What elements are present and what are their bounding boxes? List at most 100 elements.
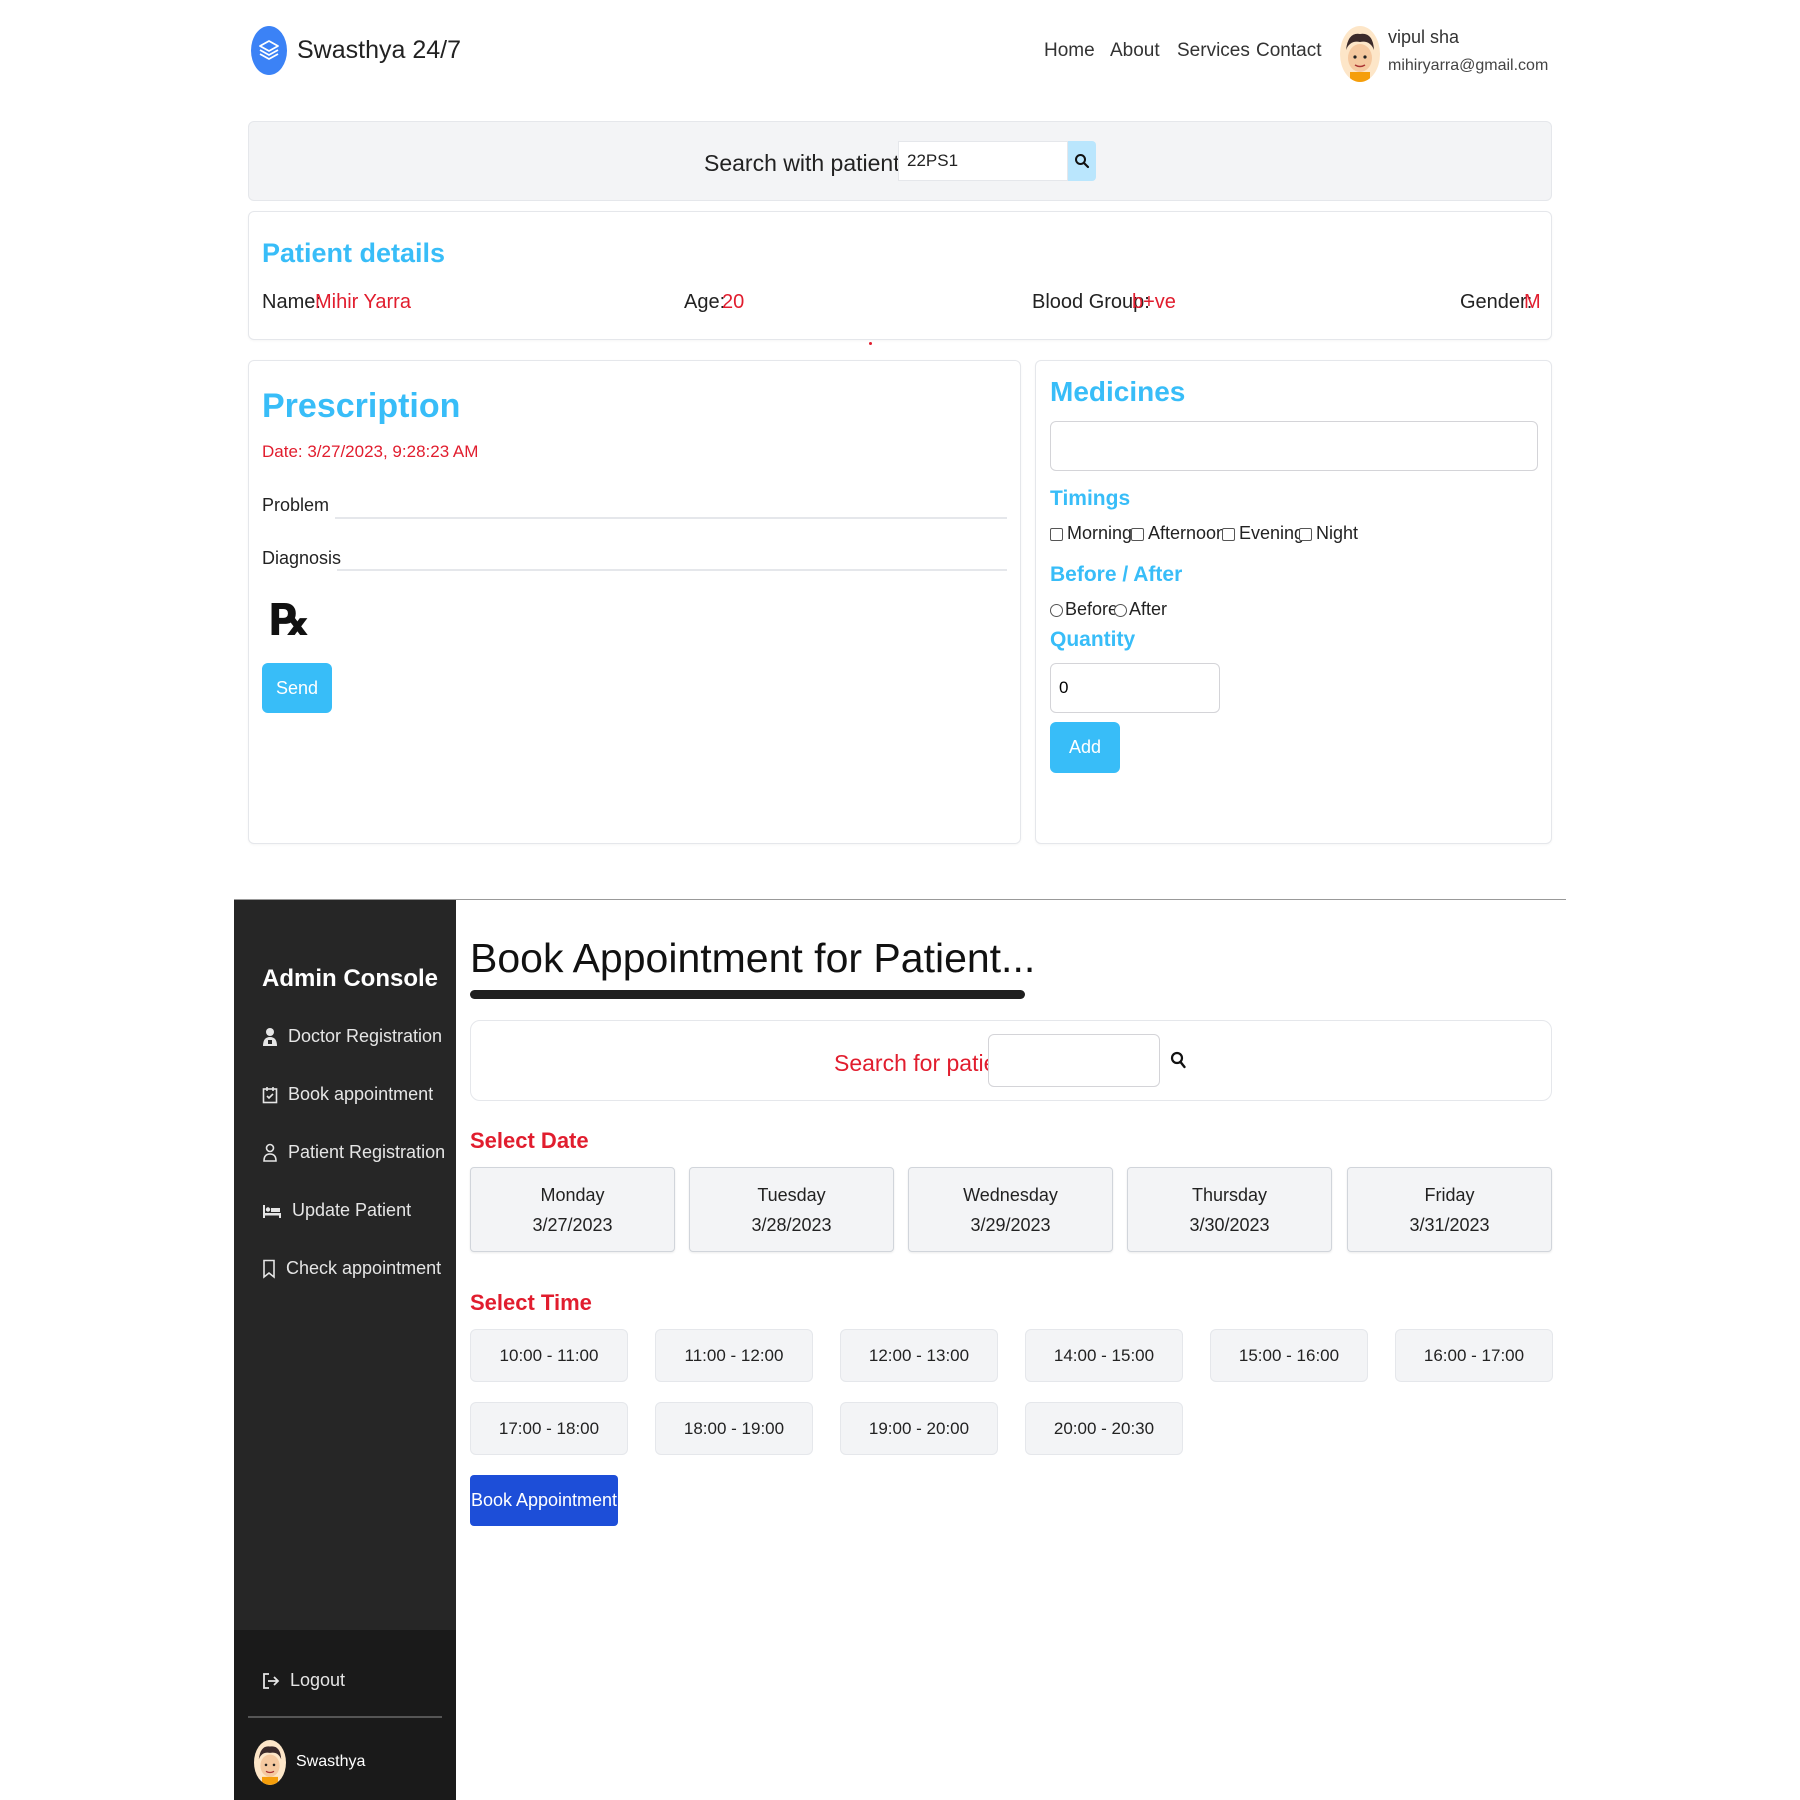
time-slot[interactable]: 20:00 - 20:30 [1025,1402,1183,1455]
rx-icon: ℞ [270,595,310,646]
medicines-heading: Medicines [1050,376,1186,407]
prescription-card [248,360,1021,844]
patient-name-value: Mihir Yarra [315,291,411,313]
nav-about[interactable]: About [1110,40,1160,62]
book-appointment-button[interactable]: Book Appointment [470,1475,618,1526]
night-label: Night [1316,523,1359,543]
medicine-input[interactable] [1050,421,1538,471]
brand-logo-icon[interactable] [251,26,287,75]
logout-icon [263,1672,280,1689]
night-checkbox[interactable] [1299,527,1312,541]
sidebar-item-doctor-registration[interactable]: Doctor Registration [262,1026,442,1047]
quantity-label: Quantity [1050,628,1136,651]
date-value: 3/29/2023 [970,1214,1051,1235]
patient-id-search-button[interactable] [1068,141,1096,181]
time-slot[interactable]: 12:00 - 13:00 [840,1329,998,1382]
brand-name[interactable]: Swasthya 24/7 [297,36,461,65]
patient-gender-value: M [1524,291,1541,313]
afternoon-checkbox[interactable] [1131,527,1144,541]
logout-label: Logout [290,1670,346,1690]
timing-evening-option[interactable]: Evening [1222,523,1304,544]
send-button[interactable]: Send [262,663,332,713]
before-radio[interactable] [1050,603,1063,617]
sidebar-item-book-appointment[interactable]: Book appointment [262,1084,433,1105]
date-option-monday[interactable]: Monday 3/27/2023 [470,1167,675,1252]
time-slot[interactable]: 19:00 - 20:00 [840,1402,998,1455]
patient-age-label: Age: [684,291,726,313]
diagnosis-label: Diagnosis [262,548,342,568]
before-option[interactable]: Before [1050,599,1118,620]
nav-home[interactable]: Home [1044,40,1095,62]
timing-afternoon-option[interactable]: Afternoon [1131,523,1226,544]
user-avatar[interactable] [1340,26,1380,82]
patient-search-input[interactable] [988,1034,1160,1087]
nav-services[interactable]: Services [1177,40,1250,62]
search-icon [1170,1051,1186,1069]
person-icon [263,1143,277,1162]
patient-gender-label: Gender: [1460,291,1533,313]
date-day: Monday [540,1184,605,1205]
timing-morning-option[interactable]: Morning [1050,523,1132,544]
sidebar-item-patient-registration[interactable]: Patient Registration [262,1142,445,1163]
date-option-friday[interactable]: Friday 3/31/2023 [1347,1167,1552,1252]
date-option-wednesday[interactable]: Wednesday 3/29/2023 [908,1167,1113,1252]
time-slot[interactable]: 17:00 - 18:00 [470,1402,628,1455]
select-date-heading: Select Date [470,1128,589,1153]
sidebar-separator [248,1716,442,1718]
time-slot[interactable]: 18:00 - 19:00 [655,1402,813,1455]
patient-age-value: 20 [722,291,745,313]
patient-details-card [248,211,1552,340]
calendar-check-icon [262,1086,278,1103]
morning-checkbox[interactable] [1050,527,1063,541]
patient-id-input[interactable] [898,141,1068,181]
date-day: Thursday [1191,1184,1268,1205]
logout-button[interactable]: Logout [262,1670,345,1691]
admin-console-title: Admin Console [262,965,439,992]
book-appointment-title: Book Appointment for Patient... [470,935,1036,981]
patient-search-button[interactable] [1170,1050,1188,1075]
sidebar-item-label: Doctor Registration [288,1026,443,1046]
user-doctor-icon [263,1027,277,1046]
after-label: After [1129,599,1168,619]
sidebar-item-label: Update Patient [292,1200,412,1220]
bookmark-icon [263,1259,275,1279]
prescription-heading: Prescription [262,387,461,425]
add-medicine-button[interactable]: Add [1050,722,1120,773]
date-day: Wednesday [963,1184,1058,1205]
diagnosis-input[interactable] [337,541,1007,571]
time-slot[interactable]: 15:00 - 16:00 [1210,1329,1368,1382]
problem-input[interactable] [335,489,1007,519]
admin-avatar[interactable] [254,1740,286,1785]
sidebar-item-check-appointment[interactable]: Check appointment [262,1258,441,1279]
timing-night-option[interactable]: Night [1299,523,1358,544]
quantity-input[interactable] [1050,663,1220,713]
after-option[interactable]: After [1114,599,1167,620]
date-value: 3/28/2023 [751,1214,832,1235]
time-slot[interactable]: 11:00 - 12:00 [655,1329,813,1382]
problem-label: Problem [262,495,330,515]
date-value: 3/27/2023 [532,1214,613,1235]
date-value: 3/30/2023 [1189,1214,1270,1235]
time-slot[interactable]: 16:00 - 17:00 [1395,1329,1553,1382]
layers-icon [259,39,279,60]
date-option-thursday[interactable]: Thursday 3/30/2023 [1127,1167,1332,1252]
sidebar-item-label: Book appointment [288,1084,434,1104]
date-day: Tuesday [757,1184,826,1205]
time-slot[interactable]: 14:00 - 15:00 [1025,1329,1183,1382]
evening-checkbox[interactable] [1222,527,1235,541]
title-underline [470,990,1025,999]
timings-label: Timings [1050,487,1131,510]
user-email: mihiryarra@gmail.com [1388,57,1549,74]
select-time-heading: Select Time [470,1290,592,1315]
admin-profile-name: Swasthya [296,1753,366,1770]
sidebar-item-update-patient[interactable]: Update Patient [262,1200,411,1221]
time-slot[interactable]: 10:00 - 11:00 [470,1329,628,1382]
sidebar-item-label: Patient Registration [288,1142,446,1162]
nav-contact[interactable]: Contact [1256,40,1321,62]
red-dot [869,342,872,345]
date-value: 3/31/2023 [1409,1214,1490,1235]
patient-details-heading: Patient details [262,238,446,268]
date-option-tuesday[interactable]: Tuesday 3/28/2023 [689,1167,894,1252]
after-radio[interactable] [1114,603,1127,617]
afternoon-label: Afternoon [1148,523,1227,543]
